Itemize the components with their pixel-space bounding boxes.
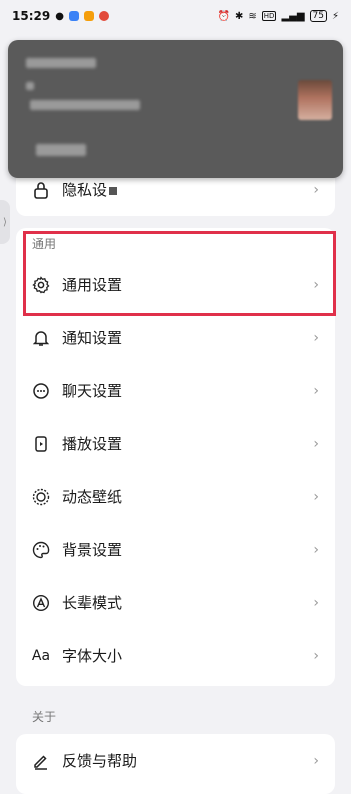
live-wallpaper-label: 动态壁纸	[62, 488, 123, 506]
blurred-status	[36, 144, 86, 156]
highlight-box	[23, 231, 336, 316]
chevron-right-icon: ›	[313, 181, 319, 198]
hd-icon: HD	[261, 11, 277, 21]
privacy-label-mask	[109, 186, 118, 195]
chat-settings-label: 聊天设置	[62, 382, 123, 400]
font-size-row[interactable]: Aa 字体大小 ›	[16, 629, 335, 682]
status-time: 15:29	[12, 9, 51, 23]
wifi-icon: ≋	[248, 10, 257, 22]
notification-settings-row[interactable]: 通知设置 ›	[16, 311, 335, 364]
about-card: 反馈与帮助 ›	[16, 734, 335, 794]
chevron-right-icon: ›	[313, 382, 319, 399]
chevron-right-icon: ›	[313, 647, 319, 664]
elder-mode-label: 长辈模式	[62, 594, 123, 612]
playback-settings-label: 播放设置	[62, 435, 123, 453]
alarm-icon: ⏰	[217, 10, 230, 22]
signal-icon: ▂▄▆	[281, 10, 305, 22]
charging-icon: ⚡	[331, 10, 339, 22]
lock-icon	[32, 181, 50, 199]
palette-icon	[32, 541, 50, 559]
profile-overlay[interactable]	[8, 40, 343, 178]
weibo-icon	[98, 11, 109, 21]
chevron-right-icon: ›	[313, 541, 319, 558]
chat-settings-row[interactable]: 聊天设置 ›	[16, 364, 335, 417]
edit-icon	[32, 752, 50, 770]
bluetooth-icon: ✱	[235, 10, 244, 22]
blurred-line	[26, 82, 34, 90]
elder-mode-row[interactable]: 长辈模式 ›	[16, 576, 335, 629]
about-section-title: 关于	[32, 710, 57, 724]
notification-settings-label: 通知设置	[62, 329, 123, 347]
feedback-help-label: 反馈与帮助	[62, 752, 138, 770]
play-icon	[32, 435, 50, 453]
battery-indicator: 75	[309, 10, 327, 22]
status-left: 15:29 ●	[12, 9, 109, 23]
playback-settings-row[interactable]: 播放设置 ›	[16, 417, 335, 470]
status-right: ⏰ ✱ ≋ HD ▂▄▆ 75 ⚡	[218, 10, 339, 22]
avatar	[298, 80, 332, 120]
chevron-right-icon: ›	[313, 594, 319, 611]
status-bar: 15:29 ● ⏰ ✱ ≋ HD ▂▄▆ 75 ⚡	[0, 0, 351, 32]
feedback-help-row[interactable]: 反馈与帮助 ›	[16, 734, 335, 787]
bell-icon	[32, 329, 50, 347]
app-icon-orange	[83, 11, 94, 21]
background-settings-row[interactable]: 背景设置 ›	[16, 523, 335, 576]
privacy-settings-label: 隐私设	[62, 179, 313, 200]
live-wallpaper-row[interactable]: 动态壁纸 ›	[16, 470, 335, 523]
chevron-right-icon: ›	[313, 435, 319, 452]
blurred-account	[30, 100, 140, 110]
chevron-right-icon: ›	[313, 329, 319, 346]
elder-mode-icon	[32, 594, 50, 612]
wechat-icon: ●	[55, 10, 64, 22]
chevron-right-icon: ›	[313, 488, 319, 505]
chevron-right-icon: ›	[313, 752, 319, 769]
wallpaper-icon	[32, 488, 50, 506]
chat-bubble-icon	[32, 382, 50, 400]
app-icon-blue	[68, 11, 79, 21]
background-settings-label: 背景设置	[62, 541, 123, 559]
privacy-settings-text: 隐私设	[62, 181, 108, 199]
font-size-label: 字体大小	[62, 647, 123, 665]
blurred-name	[26, 58, 96, 68]
font-size-icon: Aa	[31, 647, 51, 664]
side-drawer-handle[interactable]: ⟩	[0, 200, 10, 244]
